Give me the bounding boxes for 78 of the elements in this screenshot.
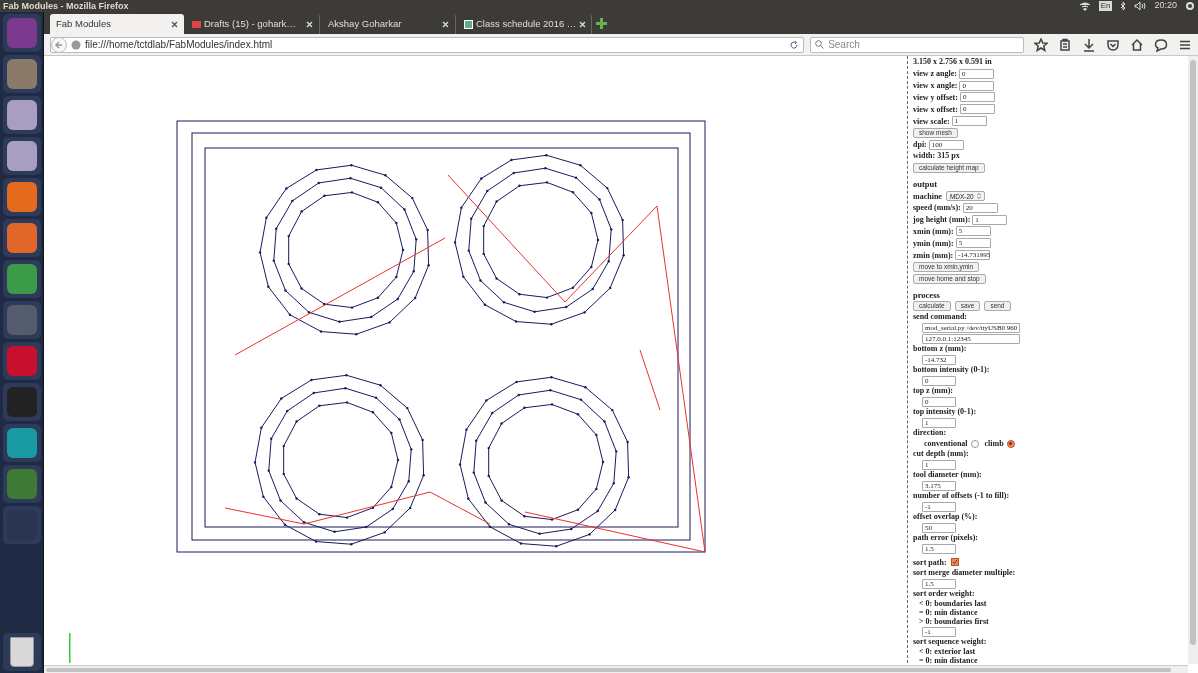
axis-marker-icon bbox=[69, 633, 71, 663]
field-label: zmin (mm): bbox=[913, 249, 954, 261]
field-label: direction: bbox=[913, 428, 948, 439]
checkbox[interactable] bbox=[950, 558, 959, 567]
field-label: tool diameter (mm): bbox=[913, 470, 983, 481]
bluetooth-icon[interactable] bbox=[1120, 1, 1127, 11]
clock-text[interactable]: 20:20 bbox=[1154, 0, 1177, 13]
horizontal-scrollbar[interactable] bbox=[44, 665, 1188, 673]
trash-icon[interactable] bbox=[2, 633, 41, 671]
search-icon bbox=[815, 40, 825, 49]
note-text: = 0: min distance bbox=[918, 608, 979, 618]
field-label: ymin (mm): bbox=[913, 237, 954, 249]
app-icon[interactable] bbox=[2, 219, 41, 257]
reload-icon[interactable] bbox=[789, 39, 800, 50]
keyboard-indicator[interactable]: En bbox=[1098, 1, 1113, 11]
field-label: bottom intensity (0-1): bbox=[913, 365, 991, 376]
address-bar[interactable]: file:///home/tctdlab/FabModules/index.html bbox=[50, 36, 805, 53]
app-icon[interactable] bbox=[2, 55, 41, 93]
field-label: view z angle: bbox=[913, 68, 957, 80]
section-heading: process bbox=[913, 289, 941, 301]
field-label: view x offset: bbox=[913, 103, 958, 115]
home-icon[interactable] bbox=[1130, 37, 1144, 52]
field-label: speed (mm/s): bbox=[913, 202, 961, 214]
note-text: > 0: boundaries first bbox=[918, 617, 990, 627]
chat-icon[interactable] bbox=[1154, 37, 1168, 52]
field-label: view scale: bbox=[913, 115, 950, 127]
app-icon[interactable] bbox=[2, 342, 41, 380]
search-field[interactable]: Search bbox=[810, 36, 1024, 53]
new-tab-icon[interactable] bbox=[596, 18, 607, 29]
radio-label: conventional bbox=[924, 438, 968, 450]
app-icon[interactable] bbox=[2, 96, 41, 134]
app-icon[interactable] bbox=[2, 465, 41, 503]
app-icon[interactable] bbox=[2, 424, 41, 462]
app-icon[interactable] bbox=[2, 137, 41, 175]
field-label: view y offset: bbox=[913, 91, 958, 103]
bookmark-star-icon[interactable] bbox=[1034, 37, 1048, 52]
field-label: machine bbox=[913, 190, 942, 202]
url-text: file:///home/tctdlab/FabModules/index.html bbox=[85, 38, 274, 52]
info-text: width: 315 px bbox=[913, 150, 961, 163]
field-label: send command: bbox=[913, 312, 968, 323]
field-label: sort order weight: bbox=[913, 589, 976, 600]
section-heading: output bbox=[913, 179, 939, 191]
radio-button[interactable] bbox=[970, 439, 979, 448]
clipboard-icon[interactable] bbox=[1058, 37, 1072, 52]
note-text: < 0: exterior last bbox=[918, 647, 977, 657]
field-label: jog height (mm): bbox=[913, 214, 971, 226]
field-label: sort merge diameter multiple: bbox=[913, 568, 1017, 579]
app-icon[interactable] bbox=[2, 260, 41, 298]
close-icon[interactable] bbox=[171, 20, 178, 28]
field-label: sort path: bbox=[913, 556, 947, 568]
radio-label: climb bbox=[984, 438, 1004, 450]
field-label: path error (pixels): bbox=[913, 533, 980, 544]
download-icon[interactable] bbox=[1082, 37, 1096, 52]
field-label: top intensity (0-1): bbox=[913, 407, 978, 418]
info-text: 3.150 x 2.756 x 0.591 in bbox=[913, 56, 993, 68]
field-label: number of offsets (-1 to fill): bbox=[913, 491, 1011, 502]
field-label: cut depth (mm): bbox=[913, 449, 970, 460]
back-icon[interactable] bbox=[51, 36, 67, 53]
spinner-arrows-icon bbox=[976, 193, 981, 200]
mail-icon bbox=[192, 20, 201, 28]
browser-tab[interactable]: Fab Modules bbox=[50, 14, 184, 34]
field-label: dpi: bbox=[913, 139, 927, 151]
site-icon bbox=[464, 19, 473, 29]
note-text: < 0: boundaries last bbox=[918, 599, 988, 609]
window-title: Fab Modules - Mozilla Firefox bbox=[3, 0, 129, 12]
wifi-icon[interactable] bbox=[1078, 1, 1091, 11]
field-label: view x angle: bbox=[913, 80, 958, 92]
app-icon[interactable] bbox=[2, 178, 41, 216]
field-label: bottom z (mm): bbox=[913, 344, 968, 355]
pocket-icon[interactable] bbox=[1106, 37, 1120, 52]
field-label: sort sequence weight: bbox=[913, 637, 988, 648]
vertical-scrollbar[interactable] bbox=[1188, 56, 1198, 664]
radio-button[interactable] bbox=[1006, 439, 1015, 448]
note-text: = 0: min distance bbox=[918, 656, 979, 666]
volume-icon[interactable] bbox=[1134, 1, 1147, 11]
field-label: xmin (mm): bbox=[913, 226, 954, 237]
field-label: top z (mm): bbox=[913, 386, 954, 397]
field-label: offset overlap (%): bbox=[913, 512, 979, 523]
